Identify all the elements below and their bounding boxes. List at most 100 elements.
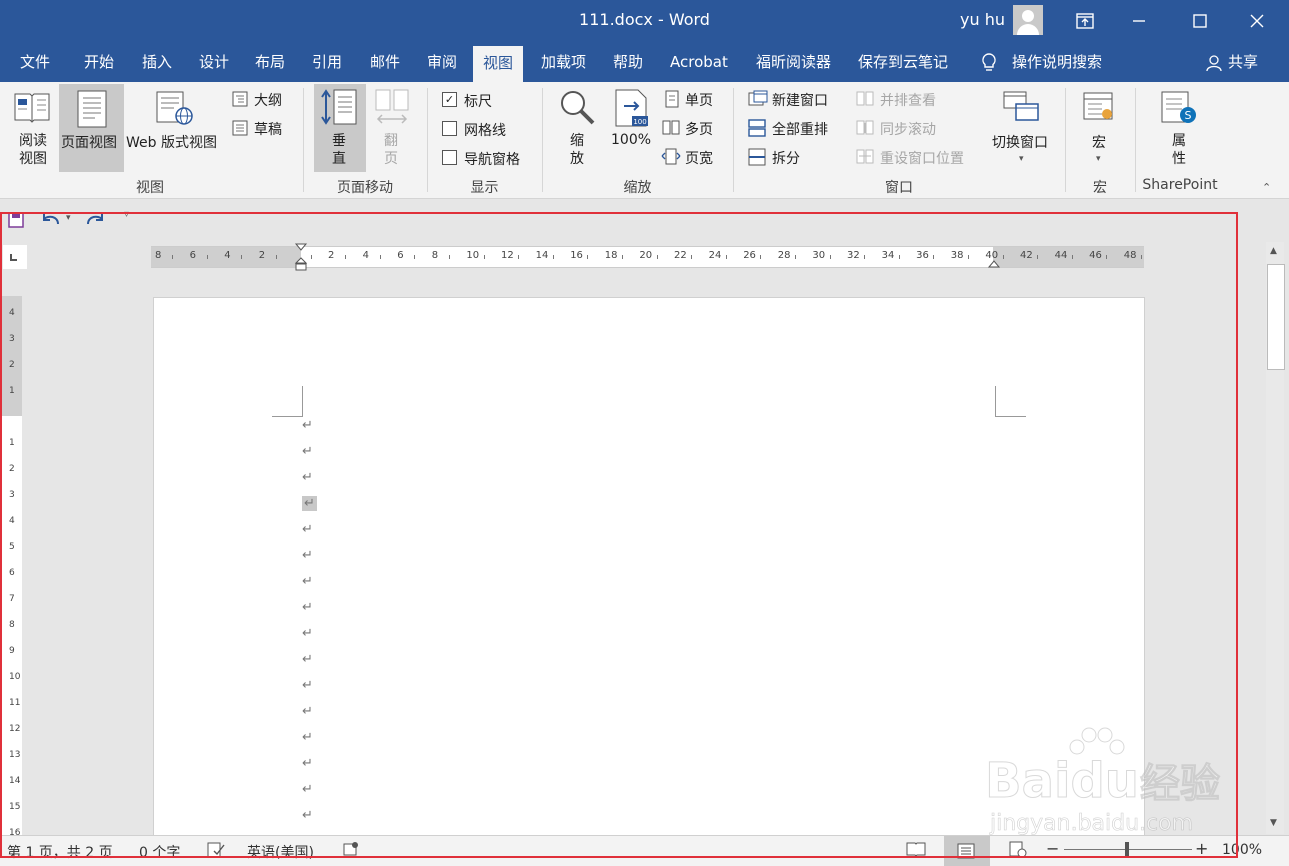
- collapse-ribbon-icon[interactable]: ⌃: [1262, 181, 1271, 194]
- proofing-icon[interactable]: [207, 841, 225, 863]
- user-name[interactable]: yu hu: [960, 10, 1005, 29]
- ruler-tick-label: 38: [950, 250, 964, 261]
- ruler-tick-label: 15: [9, 802, 21, 812]
- ruler-tick-label: 30: [812, 250, 826, 261]
- vertical-label-1: 垂: [332, 133, 346, 149]
- customize-toolbar-icon[interactable]: ▿: [124, 209, 129, 220]
- tab-save-cloud-note[interactable]: 保存到云笔记: [858, 42, 948, 82]
- read-mode-button[interactable]: 阅读 视图: [12, 90, 54, 170]
- paragraph-mark[interactable]: ↵: [302, 600, 313, 615]
- tab-design[interactable]: 设计: [199, 42, 229, 82]
- tab-mailings[interactable]: 邮件: [370, 42, 400, 82]
- sync-scroll-icon: [856, 120, 874, 135]
- zoom-button[interactable]: 缩放: [558, 88, 598, 172]
- ribbon-display-options-icon[interactable]: [1062, 0, 1108, 42]
- ruler-tick-mark: [864, 255, 866, 259]
- paragraph-mark[interactable]: ↵: [302, 652, 313, 667]
- paragraph-mark[interactable]: ↵: [302, 418, 313, 433]
- document-body[interactable]: ↵ ↵ ↵ ↵ ↵ ↵ ↵ ↵ ↵ ↵ ↵ ↵ ↵ ↵ ↵ ↵: [302, 418, 362, 838]
- ruler-tick-mark: [725, 255, 727, 259]
- share-button[interactable]: 共享: [1228, 42, 1258, 82]
- paragraph-mark[interactable]: ↵: [302, 704, 313, 719]
- paragraph-mark[interactable]: ↵: [302, 808, 313, 823]
- macros-button[interactable]: 宏 ▾: [1080, 90, 1120, 172]
- zoom-label-1: 缩: [570, 133, 584, 149]
- paragraph-mark[interactable]: ↵: [302, 782, 313, 797]
- right-indent-marker[interactable]: [987, 258, 1001, 274]
- read-mode-view-icon[interactable]: [906, 841, 926, 861]
- quick-access-toolbar: ▾ ▿: [0, 200, 1289, 240]
- tab-insert[interactable]: 插入: [142, 42, 172, 82]
- ruler-tick-mark: [276, 255, 278, 259]
- zoom-100-button[interactable]: 100 100%: [610, 88, 656, 152]
- ruler-tick-label: 6: [9, 568, 15, 578]
- close-icon[interactable]: [1234, 0, 1280, 42]
- tell-me-search[interactable]: 操作说明搜索: [1012, 42, 1102, 82]
- ruler-tick-mark: [933, 255, 935, 259]
- tab-addins[interactable]: 加载项: [541, 42, 586, 82]
- indent-marker[interactable]: [294, 243, 308, 277]
- baidu-watermark-logo: Baidu 经验 jingyan.baidu.com: [984, 725, 1285, 845]
- zoom-100-label: 100%: [611, 132, 652, 148]
- paragraph-mark[interactable]: ↵: [302, 574, 313, 589]
- language-indicator[interactable]: 英语(美国): [247, 842, 314, 862]
- paragraph-mark[interactable]: ↵: [302, 470, 313, 485]
- share-user-icon[interactable]: [1206, 54, 1224, 76]
- tab-references[interactable]: 引用: [312, 42, 342, 82]
- maximize-icon[interactable]: [1177, 0, 1223, 42]
- tab-help[interactable]: 帮助: [613, 42, 643, 82]
- scroll-up-icon[interactable]: ▲: [1270, 246, 1277, 256]
- paragraph-mark[interactable]: ↵: [302, 678, 313, 693]
- avatar[interactable]: [1013, 5, 1043, 35]
- zoom-label-2: 放: [570, 151, 584, 167]
- ruler-tick-label: 1: [9, 386, 15, 396]
- macro-record-icon[interactable]: [343, 841, 359, 861]
- print-layout-view-icon[interactable]: [944, 836, 990, 866]
- ruler-tick-mark: [1106, 255, 1108, 259]
- chevron-down-icon[interactable]: ▾: [66, 213, 71, 223]
- word-count[interactable]: 0 个字: [139, 842, 180, 862]
- tab-review[interactable]: 审阅: [427, 42, 457, 82]
- redo-icon[interactable]: [84, 210, 108, 232]
- paragraph-mark[interactable]: ↵: [302, 444, 313, 459]
- web-layout-label: Web 版式视图: [126, 135, 217, 151]
- vertical-ruler[interactable]: 4 3 2 1 1 2 3 4 5 6 7 8 9 10 11 12 13 14 15 16: [2, 296, 22, 838]
- paragraph-mark[interactable]: ↵: [302, 626, 313, 641]
- page-count[interactable]: 第 1 页，共 2 页: [7, 842, 113, 862]
- print-layout-button[interactable]: 页面视图: [59, 84, 124, 172]
- properties-label-2: 性: [1172, 151, 1186, 167]
- page-width-label: 页宽: [685, 151, 713, 167]
- tab-view[interactable]: 视图: [473, 46, 524, 82]
- ruler-tick-label: 44: [1054, 250, 1068, 261]
- web-layout-button[interactable]: Web 版式视图: [126, 90, 226, 170]
- paragraph-mark[interactable]: ↵: [302, 756, 313, 771]
- minimize-icon[interactable]: [1116, 0, 1162, 42]
- tab-foxit[interactable]: 福昕阅读器: [756, 42, 831, 82]
- paragraph-mark[interactable]: ↵: [302, 522, 313, 537]
- switch-windows-button[interactable]: 切换窗口 ▾: [988, 90, 1058, 172]
- ruler-tick-mark: [1002, 255, 1004, 259]
- properties-button[interactable]: S 属性: [1160, 90, 1200, 172]
- tab-file[interactable]: 文件: [20, 42, 50, 82]
- paragraph-mark[interactable]: ↵: [302, 496, 317, 511]
- tab-layout[interactable]: 布局: [255, 42, 285, 82]
- paragraph-mark[interactable]: ↵: [302, 548, 313, 563]
- scrollbar-thumb[interactable]: [1267, 264, 1285, 370]
- ruler-tick-mark: [241, 255, 243, 259]
- horizontal-ruler[interactable]: 8 6 4 2 2 4 6 8 10 12 14 16 18 20 22 24 26 28 30 32 34 36 38 40…: [151, 243, 1144, 271]
- save-icon[interactable]: [8, 212, 24, 232]
- tab-acrobat[interactable]: Acrobat: [670, 42, 728, 82]
- ruler-tick-mark: [449, 255, 451, 259]
- undo-icon[interactable]: [40, 210, 64, 232]
- chevron-down-icon: ▾: [1096, 154, 1101, 164]
- tab-home[interactable]: 开始: [84, 42, 114, 82]
- window-group-label: 窗口: [885, 180, 913, 196]
- ruler-tick-label: 24: [708, 250, 722, 261]
- vertical-button[interactable]: 垂直: [314, 84, 366, 172]
- ruler-tick-mark: [1141, 255, 1143, 259]
- ruler-tick-label: 12: [9, 724, 21, 734]
- ruler-tick-label: 8: [431, 250, 439, 261]
- multi-page-icon: [662, 120, 680, 135]
- paragraph-mark[interactable]: ↵: [302, 730, 313, 745]
- tab-selector[interactable]: [3, 245, 27, 269]
